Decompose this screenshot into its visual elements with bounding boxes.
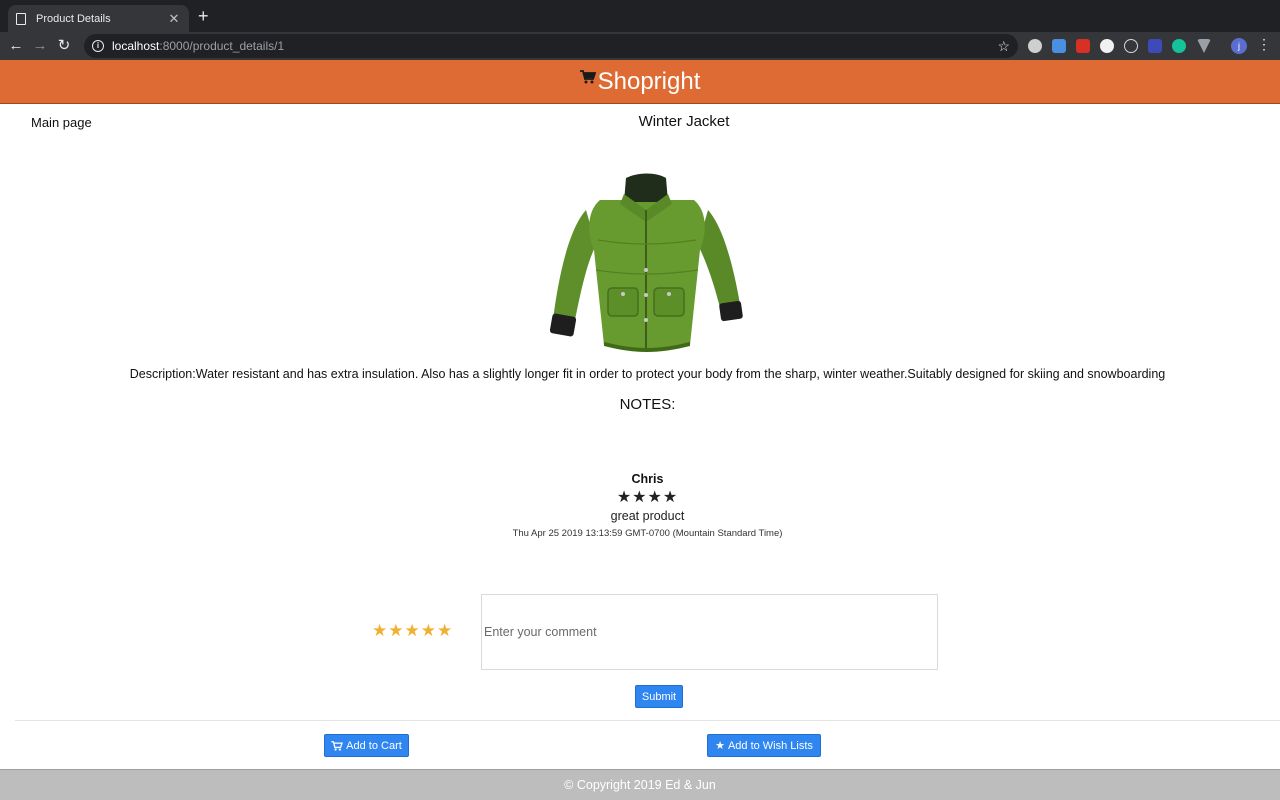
review-date: Thu Apr 25 2019 13:13:59 GMT-0700 (Mount… [512,528,783,539]
browser-tab[interactable]: Product Details ✕ [8,5,189,32]
review-comment: great product [610,509,685,523]
star-icon: ★ [616,489,633,506]
star-icon[interactable]: ★ [437,621,453,640]
review-rating-stars: ★★★★ [0,489,1280,507]
forward-icon[interactable]: → [28,32,52,60]
product-description: Description:Water resistant and has extr… [129,367,1166,381]
review-item: Chris ★★★★ great product Thu Apr 25 2019… [0,472,1280,539]
add-to-wish-label: Add to Wish Lists [727,739,813,752]
add-to-wish-list-button[interactable]: ★ Add to Wish Lists [707,734,821,757]
close-tab-icon[interactable]: ✕ [167,11,181,27]
add-to-cart-label: Add to Cart [346,739,402,752]
browser-tab-bar: Product Details ✕ + [0,0,1280,32]
extension-icon[interactable] [1100,39,1114,53]
brand[interactable]: Shopright [579,67,701,96]
extension-icon[interactable] [1052,39,1066,53]
browser-menu-icon[interactable]: ⋮ [1257,37,1271,51]
extension-icon[interactable] [1076,39,1090,53]
notes-heading: NOTES: [619,396,676,413]
star-icon: ★ [715,740,725,752]
extension-icon[interactable] [1028,39,1042,53]
product-title: Winter Jacket [638,113,730,130]
site-header: Shopright [0,60,1280,104]
star-icon: ★ [662,489,679,506]
star-icon: ★ [632,489,648,506]
address-bar[interactable]: i localhost:8000/product_details/1 ☆ [84,34,1018,58]
profile-avatar[interactable]: j [1231,38,1247,54]
reload-icon[interactable]: ↻ [52,32,76,60]
star-icon: ★ [647,489,663,506]
tab-title: Product Details [36,12,111,25]
copyright-text: © Copyright 2019 Ed & Jun [564,778,716,792]
star-icon[interactable]: ★ [388,621,404,640]
extension-icon[interactable] [1124,39,1138,53]
divider [15,720,1280,721]
comment-input[interactable] [481,594,938,670]
back-icon[interactable]: ← [4,32,28,60]
star-icon[interactable]: ★ [421,621,437,640]
review-author: Chris [631,472,664,486]
bookmark-star-icon[interactable]: ☆ [997,38,1010,55]
new-tab-icon[interactable]: + [198,7,209,25]
submit-button[interactable]: Submit [635,685,683,708]
cart-icon [579,69,596,83]
star-icon[interactable]: ★ [372,621,388,640]
star-icon[interactable]: ★ [405,621,421,640]
extension-icon[interactable] [1148,39,1162,53]
document-icon [16,12,26,25]
brand-name: Shopright [597,67,701,95]
extension-icon[interactable] [1172,39,1186,53]
cart-icon [331,740,344,751]
product-image [549,173,743,352]
footer: © Copyright 2019 Ed & Jun [0,769,1280,800]
url-text: localhost:8000/product_details/1 [112,39,285,53]
add-to-cart-button[interactable]: Add to Cart [324,734,409,757]
info-icon[interactable]: i [92,40,104,52]
rating-input[interactable]: ★★★★★ [372,622,453,640]
